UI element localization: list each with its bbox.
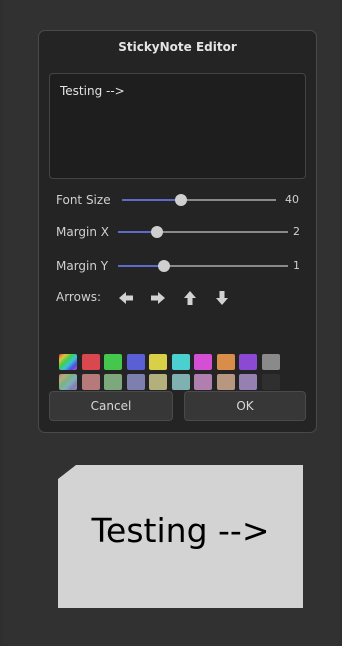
- arrow-up-icon[interactable]: [182, 291, 198, 305]
- margin-y-value: 1: [293, 259, 300, 272]
- sticky-note-text: Testing -->: [91, 511, 270, 550]
- margin-y-slider[interactable]: [118, 260, 288, 272]
- color-swatch-2-9[interactable]: [239, 374, 257, 390]
- color-swatch-1-2[interactable]: [81, 354, 100, 370]
- dialog-title: StickyNote Editor: [118, 40, 237, 54]
- color-swatch-1-7[interactable]: [194, 354, 212, 370]
- note-text-input[interactable]: Testing -->: [49, 73, 306, 179]
- stickynote-editor-dialog: StickyNote Editor Testing --> Font Size …: [38, 30, 317, 433]
- margin-x-label: Margin X: [56, 225, 110, 239]
- font-size-value: 40: [285, 193, 299, 206]
- color-swatch-1-5[interactable]: [149, 354, 167, 370]
- cancel-button[interactable]: Cancel: [49, 391, 173, 421]
- arrows-label: Arrows:: [56, 290, 102, 304]
- color-swatch-1-3[interactable]: [104, 354, 122, 370]
- app-frame: StickyNote Editor Testing --> Font Size …: [3, 0, 339, 646]
- color-swatch-2-10[interactable]: [261, 374, 280, 390]
- arrows-row: Arrows:: [56, 287, 316, 307]
- color-swatch-2-7[interactable]: [194, 374, 212, 390]
- margin-y-slider-thumb[interactable]: [158, 260, 170, 272]
- color-swatch-2-8[interactable]: [216, 374, 235, 390]
- color-swatch-2-4[interactable]: [126, 374, 145, 390]
- color-swatch-1-4[interactable]: [126, 354, 145, 370]
- margin-y-label: Margin Y: [56, 259, 109, 273]
- color-swatch-1-8[interactable]: [216, 354, 235, 370]
- margin-x-slider-thumb[interactable]: [151, 226, 163, 238]
- arrow-left-icon[interactable]: [118, 291, 134, 305]
- font-size-slider-thumb[interactable]: [175, 194, 187, 206]
- font-size-label: Font Size: [56, 193, 111, 207]
- color-swatch-1-9[interactable]: [239, 354, 257, 370]
- color-swatch-2-3[interactable]: [104, 374, 122, 390]
- margin-x-slider[interactable]: [118, 226, 288, 238]
- arrow-down-icon[interactable]: [214, 291, 230, 305]
- color-swatch-2-5[interactable]: [149, 374, 167, 390]
- color-swatch-2-2[interactable]: [81, 374, 100, 390]
- font-size-slider-fill: [122, 199, 181, 201]
- color-swatch-1-6[interactable]: [171, 354, 190, 370]
- margin-x-row: Margin X 2: [56, 222, 316, 242]
- font-size-slider[interactable]: [122, 194, 276, 206]
- font-size-row: Font Size 40: [56, 190, 316, 210]
- arrow-right-icon[interactable]: [150, 291, 166, 305]
- margin-x-value: 2: [293, 225, 300, 238]
- margin-y-row: Margin Y 1: [56, 256, 316, 276]
- ok-button[interactable]: OK: [184, 391, 306, 421]
- color-swatch-2-1[interactable]: [59, 374, 77, 390]
- color-swatch-2-6[interactable]: [171, 374, 190, 390]
- color-swatch-1-1[interactable]: [59, 354, 77, 370]
- sticky-note-preview: Testing -->: [58, 465, 303, 608]
- color-swatch-1-10[interactable]: [261, 354, 280, 370]
